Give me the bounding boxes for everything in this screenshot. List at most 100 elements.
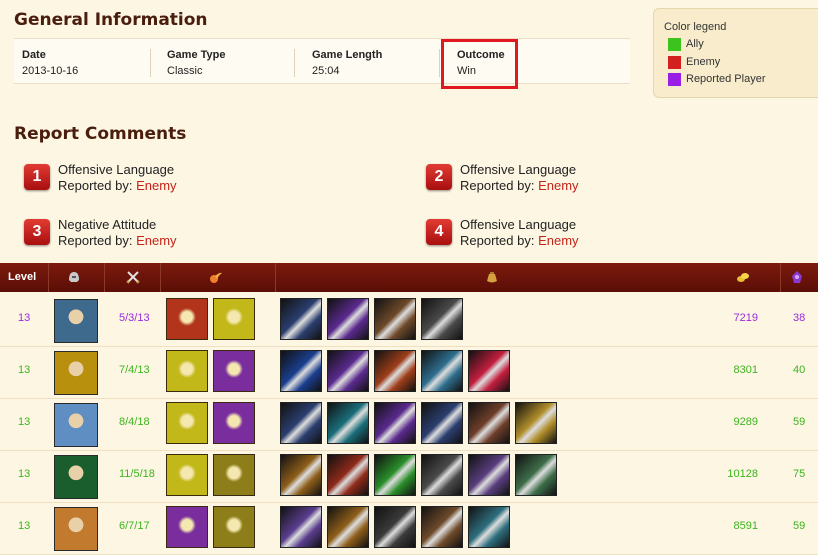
player-gold: 9289 xyxy=(733,416,758,428)
item-icon[interactable] xyxy=(280,402,322,444)
divider xyxy=(48,263,49,292)
divider xyxy=(439,49,440,77)
item-icon[interactable] xyxy=(421,454,463,496)
minion-icon xyxy=(792,271,802,283)
summoner-spell-icon[interactable] xyxy=(166,350,208,392)
reporter-team: Enemy xyxy=(538,178,579,193)
comment-item: 2 Offensive Language Reported by: Enemy xyxy=(426,162,806,202)
item-icon[interactable] xyxy=(374,402,416,444)
player-creep-score: 59 xyxy=(793,520,806,532)
summoner-spell-icon[interactable] xyxy=(213,350,255,392)
item-icon[interactable] xyxy=(374,298,416,340)
item-icon[interactable] xyxy=(374,506,416,548)
item-icon[interactable] xyxy=(280,454,322,496)
comment-number-badge: 3 xyxy=(24,219,50,245)
comment-number-badge: 2 xyxy=(426,164,452,190)
item-icon[interactable] xyxy=(327,506,369,548)
divider xyxy=(150,49,151,77)
report-comments-title: Report Comments xyxy=(14,124,187,144)
player-kda: 11/5/18 xyxy=(119,468,155,480)
item-icon[interactable] xyxy=(421,506,463,548)
champion-portrait[interactable] xyxy=(54,403,98,447)
ally-swatch xyxy=(668,38,681,51)
summoner-spell-icon[interactable] xyxy=(166,298,208,340)
legend-item-reported: Reported Player xyxy=(668,73,766,87)
player-row: 13 5/3/13 7219 38 xyxy=(0,294,818,347)
item-icon[interactable] xyxy=(468,454,510,496)
summoner-spell-icon[interactable] xyxy=(166,402,208,444)
comment-item: 4 Offensive Language Reported by: Enemy xyxy=(426,217,806,257)
legend-label: Enemy xyxy=(686,56,721,68)
game-type-label: Game Type xyxy=(167,49,226,61)
summoner-spell-icon[interactable] xyxy=(166,454,208,496)
player-kda: 7/4/13 xyxy=(119,364,150,376)
item-icon[interactable] xyxy=(327,402,369,444)
item-icon[interactable] xyxy=(468,402,510,444)
player-level: 13 xyxy=(18,312,31,324)
player-row: 13 6/7/17 8591 59 xyxy=(0,502,818,555)
summoner-spell-icon[interactable] xyxy=(213,454,255,496)
player-kda: 5/3/13 xyxy=(119,312,150,324)
summoner-spell-icon[interactable] xyxy=(213,402,255,444)
summoner-spell-icon[interactable] xyxy=(166,506,208,548)
player-level: 13 xyxy=(18,364,31,376)
player-gold: 8301 xyxy=(733,364,758,376)
level-header: Level xyxy=(8,271,37,283)
comment-item: 1 Offensive Language Reported by: Enemy xyxy=(24,162,404,202)
general-info-panel: Date 2013-10-16 Game Type Classic Game L… xyxy=(14,38,630,84)
item-icon[interactable] xyxy=(327,350,369,392)
champion-portrait[interactable] xyxy=(54,299,98,343)
item-icon[interactable] xyxy=(327,454,369,496)
item-icon[interactable] xyxy=(515,402,557,444)
legend-item-ally: Ally xyxy=(668,38,704,52)
legend-title: Color legend xyxy=(664,21,727,33)
comment-reporter: Reported by: Enemy xyxy=(58,233,177,248)
legend-item-enemy: Enemy xyxy=(668,56,720,70)
summoner-spell-icon[interactable] xyxy=(213,298,255,340)
champion-portrait[interactable] xyxy=(54,507,98,551)
champion-portrait[interactable] xyxy=(54,455,98,499)
reported-by-label: Reported by: xyxy=(58,178,133,193)
item-icon[interactable] xyxy=(280,506,322,548)
item-icon[interactable] xyxy=(515,454,557,496)
item-icon[interactable] xyxy=(421,298,463,340)
reported-by-label: Reported by: xyxy=(460,233,535,248)
reported-by-label: Reported by: xyxy=(460,178,535,193)
comment-reporter: Reported by: Enemy xyxy=(460,178,579,193)
comment-reporter: Reported by: Enemy xyxy=(58,178,177,193)
comment-number-badge: 4 xyxy=(426,219,452,245)
divider xyxy=(275,263,276,292)
player-creep-score: 40 xyxy=(793,364,806,376)
comment-reason: Negative Attitude xyxy=(58,217,157,232)
player-table-header: Level xyxy=(0,263,818,292)
comment-reason: Offensive Language xyxy=(460,217,577,232)
helmet-icon xyxy=(69,272,79,282)
player-kda: 6/7/17 xyxy=(119,520,150,532)
game-type-value: Classic xyxy=(167,65,203,77)
item-icon[interactable] xyxy=(421,350,463,392)
comment-reporter: Reported by: Enemy xyxy=(460,233,579,248)
general-info-title: General Information xyxy=(14,10,208,30)
summoner-spell-icon[interactable] xyxy=(213,506,255,548)
item-icon[interactable] xyxy=(468,506,510,548)
item-icon[interactable] xyxy=(280,298,322,340)
game-length-value: 25:04 xyxy=(312,65,340,77)
comment-item: 3 Negative Attitude Reported by: Enemy xyxy=(24,217,404,257)
outcome-highlight-box xyxy=(441,39,518,89)
player-row: 13 7/4/13 8301 40 xyxy=(0,346,818,399)
comment-number-badge: 1 xyxy=(24,164,50,190)
item-icon[interactable] xyxy=(421,402,463,444)
item-icon[interactable] xyxy=(468,350,510,392)
item-icon[interactable] xyxy=(374,350,416,392)
color-legend: Color legend Ally Enemy Reported Player xyxy=(653,8,818,98)
player-creep-score: 59 xyxy=(793,416,806,428)
info-date: Date 2013-10-16 xyxy=(14,39,159,83)
item-icon[interactable] xyxy=(374,454,416,496)
date-value: 2013-10-16 xyxy=(22,65,79,77)
divider xyxy=(294,49,295,77)
enemy-swatch xyxy=(668,56,681,69)
info-game-length: Game Length 25:04 xyxy=(304,39,449,83)
item-icon[interactable] xyxy=(280,350,322,392)
item-icon[interactable] xyxy=(327,298,369,340)
champion-portrait[interactable] xyxy=(54,351,98,395)
